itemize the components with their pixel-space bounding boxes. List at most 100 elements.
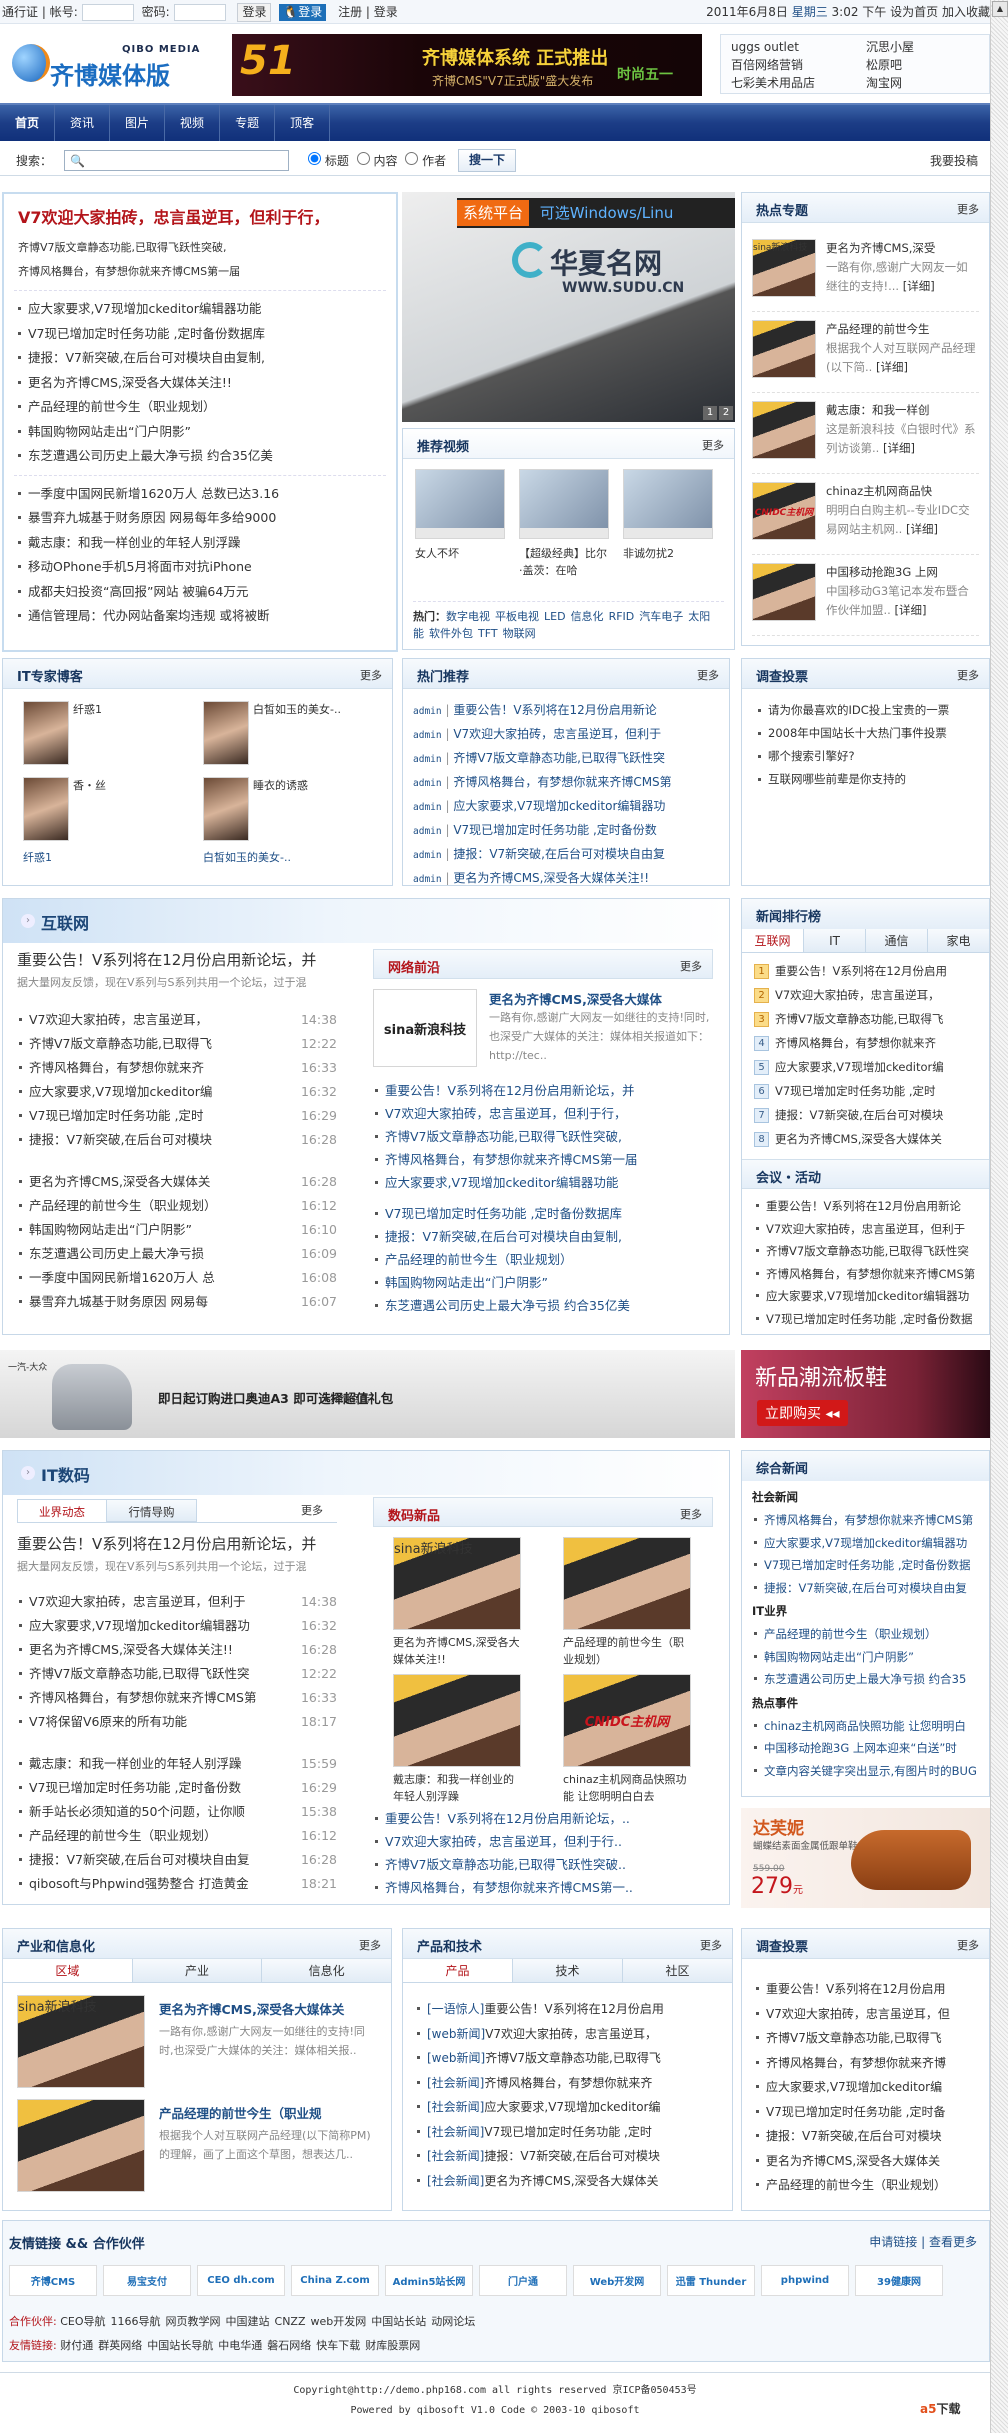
vote-item[interactable]: 哪个搜索引擎好? — [756, 745, 989, 768]
ranking-item[interactable]: 2 V7欢迎大家拍砖，忠言虽逆耳， — [742, 983, 989, 1007]
event-item[interactable]: V7欢迎大家拍砖，忠言虽逆耳，但利于 — [754, 1218, 989, 1241]
news-item[interactable]: V7现已增加定时任务功能 ,定时备份数据库 — [16, 322, 396, 347]
hot-tag[interactable]: 信息化 — [571, 610, 604, 623]
qq-login-button[interactable]: 🐧登录 — [279, 4, 327, 21]
frontier-thumbnail[interactable]: sina新浪科技 — [373, 989, 477, 1067]
news-item[interactable]: [一语惊人]重要公告！V系列将在12月份启用 — [415, 1997, 732, 2022]
partner-logo[interactable]: 39健康网 — [855, 2265, 943, 2296]
video-item[interactable]: 非诚勿扰2 — [623, 469, 713, 579]
news-item[interactable]: 齐博风格舞台，有梦想你就来齐博CMS第一届 — [373, 1148, 713, 1171]
news-item[interactable]: 应大家要求,V7现增加ckeditor编辑器功能 — [16, 297, 396, 322]
nav-item[interactable]: 专题 — [220, 105, 276, 141]
tech-tab[interactable]: 社区 — [622, 1959, 732, 1982]
more-link[interactable]: 更多 — [957, 1937, 979, 1953]
partner-logo[interactable]: 易宝支付 — [103, 2265, 191, 2296]
ranking-tab[interactable]: 互联网 — [742, 929, 803, 952]
blog-item[interactable]: 香・丝 — [23, 777, 203, 841]
author[interactable]: admin — [413, 826, 442, 837]
topic-item[interactable]: 产品经理的前世今生 根据我个人对互联网产品经理(以下简.. [详细] — [752, 312, 979, 393]
product-item[interactable]: 戴志康：和我一样创业的年轻人别浮躁 — [393, 1674, 563, 1807]
news-item[interactable]: V7欢迎大家拍砖，忠言虽逆耳，但利于行， — [373, 1102, 713, 1125]
blog-footer-link[interactable]: 纤惑1 — [23, 849, 203, 865]
news-item[interactable]: V7欢迎大家拍砖，忠言虽逆耳， 14:38 — [17, 1008, 337, 1032]
news-item[interactable]: 韩国购物网站走出“门户阴影” 16:10 — [17, 1218, 337, 1242]
partner-link[interactable]: 动网论坛 — [431, 2315, 475, 2328]
partner-logo[interactable]: CEO dh.com — [197, 2265, 285, 2296]
hot-tag[interactable]: LED — [544, 610, 566, 623]
friend-link[interactable]: 中国站长导航 — [147, 2339, 213, 2352]
buy-now-button[interactable]: 立即购买 ◂◂ — [757, 1400, 848, 1426]
news-item[interactable]: 重要公告！V系列将在12月份启用新论坛，并 — [373, 1079, 713, 1102]
ranking-tab[interactable]: IT — [803, 929, 865, 952]
more-link[interactable]: 更多 — [680, 958, 702, 974]
more-link[interactable]: 更多 — [301, 1499, 323, 1523]
hot-item[interactable]: admin | 更名为齐博CMS,深受各大媒体关注!! — [413, 867, 729, 891]
news-item[interactable]: 中国移动抢跑3G 上网本迎来“白送”时 — [752, 1737, 989, 1760]
vote-item[interactable]: 齐博V7版文章静态功能,已取得飞 — [754, 2026, 989, 2051]
blog-avatar[interactable] — [23, 701, 69, 765]
more-link[interactable]: 更多 — [957, 667, 979, 683]
partner-logo[interactable]: 门户通 — [479, 2265, 567, 2296]
detail-link[interactable]: [详细] — [903, 279, 935, 293]
search-button[interactable]: 搜一下 — [458, 149, 517, 172]
partner-link[interactable]: CEO导航 — [60, 2315, 105, 2328]
shoe-ad-banner[interactable]: 新品潮流板鞋 立即购买 ◂◂ — [741, 1350, 990, 1438]
topic-thumbnail[interactable] — [752, 563, 816, 621]
slideshow[interactable]: 系统平台 可选Windows/Linu 华夏名网 WWW.SUDU.CN 12 — [402, 192, 735, 422]
news-item[interactable]: [web新闻]齐博V7版文章静态功能,已取得飞 — [415, 2046, 732, 2071]
news-item[interactable]: 暴雪弃九城基于财务原因 网易每 16:07 — [17, 1290, 337, 1314]
password-input[interactable] — [173, 4, 226, 21]
news-item[interactable]: V7欢迎大家拍砖，忠言虽逆耳，但利于 14:38 — [17, 1590, 337, 1614]
scroll-up-icon[interactable]: ▲ — [992, 1, 1008, 17]
hot-item[interactable]: admin | 重要公告！V系列将在12月份启用新论 — [413, 699, 729, 723]
detail-link[interactable]: [详细] — [883, 441, 915, 455]
news-item[interactable]: [web新闻]V7欢迎大家拍砖，忠言虽逆耳， — [415, 2022, 732, 2047]
video-title[interactable]: 非诚勿扰2 — [623, 545, 713, 562]
bookmark-link[interactable]: 加入收藏 — [942, 5, 990, 19]
more-link[interactable]: 更多 — [360, 667, 382, 683]
news-item[interactable]: 齐博V7版文章静态功能,已取得飞 12:22 — [17, 1032, 337, 1056]
news-item[interactable]: chinaz主机网商品快照功能 让您明明白 — [752, 1715, 989, 1738]
tech-tab[interactable]: 技术 — [512, 1959, 622, 1982]
blog-item[interactable]: 白皙如玉的美女-.. — [203, 701, 383, 765]
vote-item[interactable]: 应大家要求,V7现增加ckeditor编 — [754, 2075, 989, 2100]
ranking-item[interactable]: 8 更名为齐博CMS,深受各大媒体关 — [742, 1127, 989, 1151]
news-item[interactable]: V7现已增加定时任务功能 ,定时 16:29 — [17, 1104, 337, 1128]
topic-title[interactable]: 中国移动抢跑3G 上网 — [826, 563, 979, 582]
product-image[interactable]: CNIDC主机网 — [563, 1674, 691, 1767]
news-item[interactable]: 更名为齐博CMS,深受各大媒体关注!! 16:28 — [17, 1638, 337, 1662]
video-thumbnail[interactable] — [519, 469, 609, 539]
author[interactable]: admin — [413, 706, 442, 717]
news-item[interactable]: 成都夫妇投资“高回报”网站 被骗64万元 — [16, 580, 396, 605]
news-item[interactable]: 重要公告！V系列将在12月份启用新论坛，.. — [373, 1807, 713, 1830]
news-item[interactable]: 更名为齐博CMS,深受各大媒体关 16:28 — [17, 1170, 337, 1194]
friend-link[interactable]: 财库股票网 — [365, 2339, 420, 2352]
topic-title[interactable]: 更名为齐博CMS,深受 — [826, 239, 979, 258]
news-item[interactable]: 齐博风格舞台，有梦想你就来齐 16:33 — [17, 1056, 337, 1080]
more-link[interactable]: 更多 — [700, 1937, 722, 1953]
news-item[interactable]: 东芝遭遇公司历史上最大净亏损 约合35亿美 — [373, 1294, 713, 1317]
news-item[interactable]: 齐博风格舞台，有梦想你就来齐博CMS第 16:33 — [17, 1686, 337, 1710]
nav-item[interactable]: 视频 — [165, 105, 221, 141]
industry-image[interactable] — [17, 2099, 145, 2192]
vote-item[interactable]: 捷报：V7新突破,在后台可对模块 — [754, 2124, 989, 2149]
event-item[interactable]: 应大家要求,V7现增加ckeditor编辑器功 — [754, 1285, 989, 1308]
news-item[interactable]: 产品经理的前世今生（职业规划） 16:12 — [17, 1194, 337, 1218]
industry-image[interactable]: sina新浪科技 — [17, 1995, 145, 2088]
news-item[interactable]: 产品经理的前世今生（职业规划） 16:12 — [17, 1824, 337, 1848]
vote-item[interactable]: 请为你最喜欢的IDC投上宝贵的一票 — [756, 699, 989, 722]
news-item[interactable]: V7现已增加定时任务功能 ,定时备份数据 — [752, 1554, 989, 1577]
partner-link[interactable]: CNZZ — [275, 2315, 306, 2328]
detail-link[interactable]: [详细] — [906, 522, 938, 536]
event-item[interactable]: 齐博风格舞台，有梦想你就来齐博CMS第 — [754, 1263, 989, 1286]
hot-item[interactable]: admin | V7现已增加定时任务功能 ,定时备份数 — [413, 819, 729, 843]
top-banner-ad[interactable]: 51 齐博媒体系统 正式推出 齐博CMS"V7正式版"盛大发布 时尚五一 — [232, 34, 702, 96]
view-more-link[interactable]: 查看更多 — [929, 2235, 977, 2249]
friend-link[interactable]: 群英网络 — [98, 2339, 142, 2352]
blog-avatar[interactable] — [203, 701, 249, 765]
news-item[interactable]: 齐博V7版文章静态功能,已取得飞跃性突 12:22 — [17, 1662, 337, 1686]
news-item[interactable]: 应大家要求,V7现增加ckeditor编辑器功 — [752, 1532, 989, 1555]
radio-author[interactable]: 作者 — [405, 152, 446, 168]
hot-item[interactable]: admin | 应大家要求,V7现增加ckeditor编辑器功 — [413, 795, 729, 819]
vote-item[interactable]: 互联网哪些前辈是你支持的 — [756, 768, 989, 791]
